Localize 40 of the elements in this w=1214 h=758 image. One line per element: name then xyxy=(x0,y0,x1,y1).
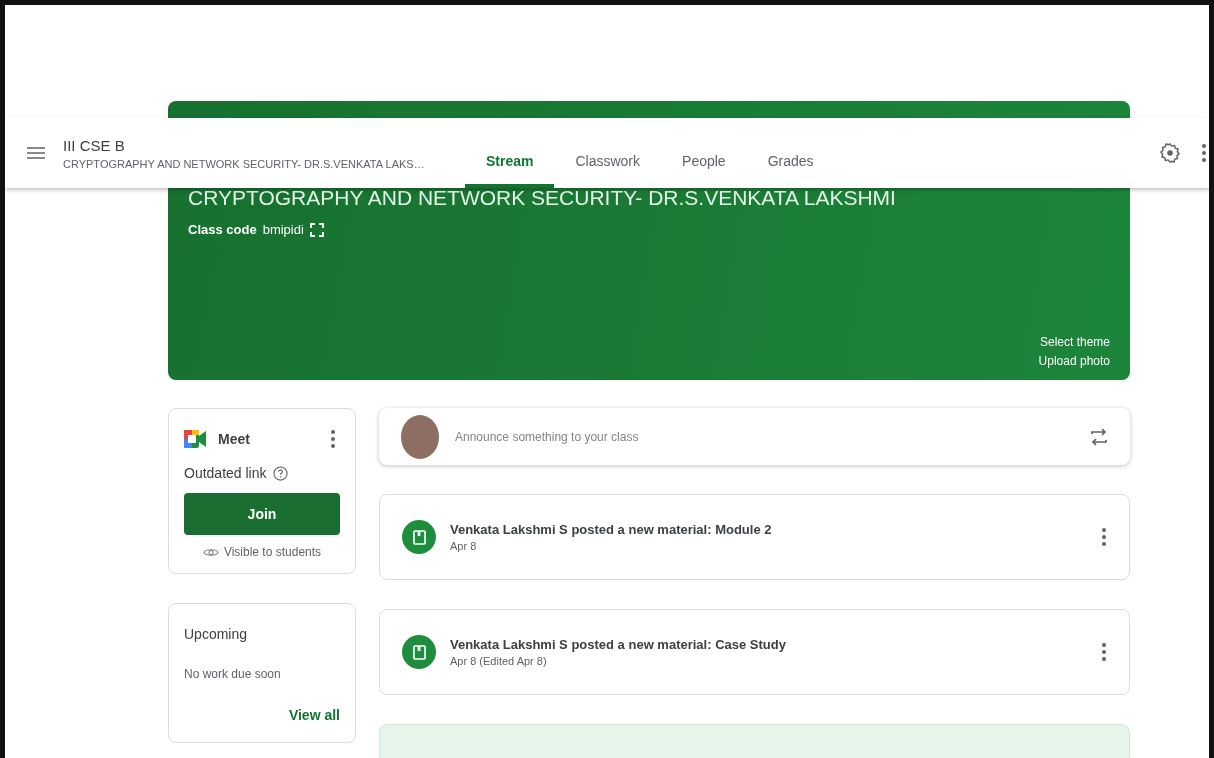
more-icon xyxy=(1101,527,1107,547)
class-subtitle: CRYPTOGRAPHY AND NETWORK SECURITY- DR.S.VENKATA LAKS… xyxy=(63,157,426,170)
eye-icon xyxy=(202,546,219,558)
book-icon xyxy=(412,644,426,660)
banner-link[interactable]: Upload photo xyxy=(1038,354,1110,368)
book-icon xyxy=(412,529,426,545)
post-card[interactable]: Venkata Lakshmi S posted a new material: Module 2 Apr 8 xyxy=(379,494,1130,580)
tab[interactable]: Classwork xyxy=(554,118,662,188)
meet-title: Meet xyxy=(218,431,250,447)
video-camera-icon xyxy=(184,430,206,448)
tab[interactable]: Grades xyxy=(746,118,835,188)
swap-arrows-icon xyxy=(1090,426,1108,447)
fullscreen-button[interactable] xyxy=(309,222,324,237)
menu-icon xyxy=(27,147,45,159)
class-name: III CSE B xyxy=(63,136,126,154)
announce-field[interactable]: Announce something to your class xyxy=(453,428,1072,445)
join-button[interactable]: Join xyxy=(184,493,340,535)
banner-title: CRYPTOGRAPHY AND NETWORK SECURITY- DR.S.VENKATA LAKSHMI xyxy=(188,186,897,210)
post-title: Venkata Lakshmi S posted a new material: Module 2 xyxy=(450,522,773,537)
class-code-label: Class code xyxy=(188,222,257,237)
more-icon xyxy=(330,429,336,449)
visibility-note: Visible to students xyxy=(223,545,322,559)
upcoming-message: No work due soon xyxy=(184,667,282,681)
class-code: bmipidi xyxy=(262,222,304,237)
tab[interactable]: People xyxy=(661,118,747,188)
help-icon xyxy=(272,465,288,481)
settings-icon xyxy=(1159,142,1181,164)
avatar xyxy=(401,414,439,459)
upcoming-title: Upcoming xyxy=(184,626,249,642)
post-title: Venkata Lakshmi S posted a new material: Case Study xyxy=(450,637,787,652)
dots-icon xyxy=(1201,143,1207,163)
fullscreen-icon xyxy=(309,222,324,237)
banner-link[interactable]: Select theme xyxy=(1039,335,1110,349)
more-icon xyxy=(1101,642,1107,662)
meet-status: Outdated link xyxy=(184,465,267,481)
post-date: Apr 8 (Edited Apr 8) xyxy=(450,655,548,667)
apps-button[interactable] xyxy=(1199,143,1209,163)
view-all-link[interactable]: View all xyxy=(288,707,340,723)
post-card[interactable]: Venkata Lakshmi S posted a new material: Case Study Apr 8 (Edited Apr 8) xyxy=(379,609,1130,695)
post-date: Apr 8 xyxy=(450,540,478,552)
